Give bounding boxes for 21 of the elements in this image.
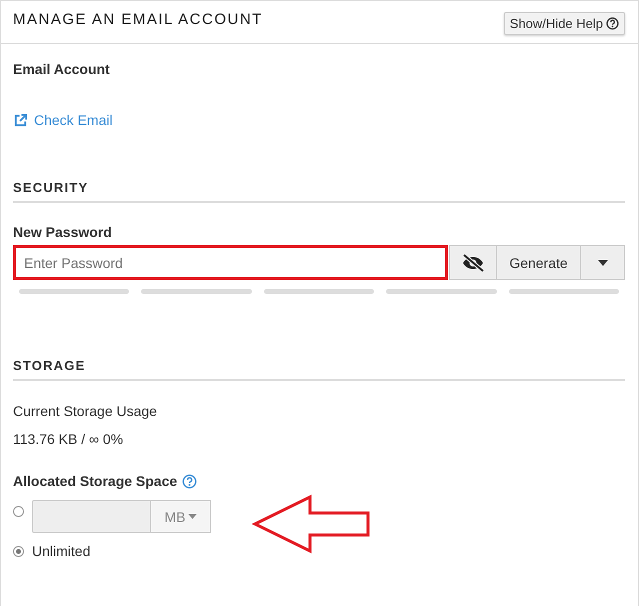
panel-title: MANAGE AN EMAIL ACCOUNT	[13, 11, 263, 28]
external-link-icon	[13, 112, 28, 128]
field-label: Email Account	[13, 61, 111, 77]
toggle-visibility-button[interactable]	[449, 245, 497, 280]
storage-usage: 113.76 KB / ∞ 0%	[13, 431, 124, 447]
generate-button[interactable]: Generate	[497, 245, 581, 280]
field-label: Allocated Storage Space	[13, 473, 178, 489]
radio-label: Unlimited	[32, 543, 90, 559]
caret-icon	[188, 514, 196, 519]
caret-icon	[598, 260, 608, 266]
help-button[interactable]: Show/Hide Help	[504, 12, 625, 34]
radio-button[interactable]	[13, 546, 24, 556]
help-icon	[606, 16, 619, 30]
eye-slash-icon	[461, 254, 485, 272]
section-heading: STORAGE	[13, 358, 625, 381]
dropdown-button[interactable]	[581, 245, 625, 280]
section-heading: SECURITY	[13, 180, 625, 203]
field-label: Current Storage Usage	[13, 403, 158, 419]
password-field[interactable]: Enter Password	[13, 245, 448, 280]
help-icon[interactable]	[182, 474, 198, 488]
field-label: New Password	[13, 224, 113, 240]
